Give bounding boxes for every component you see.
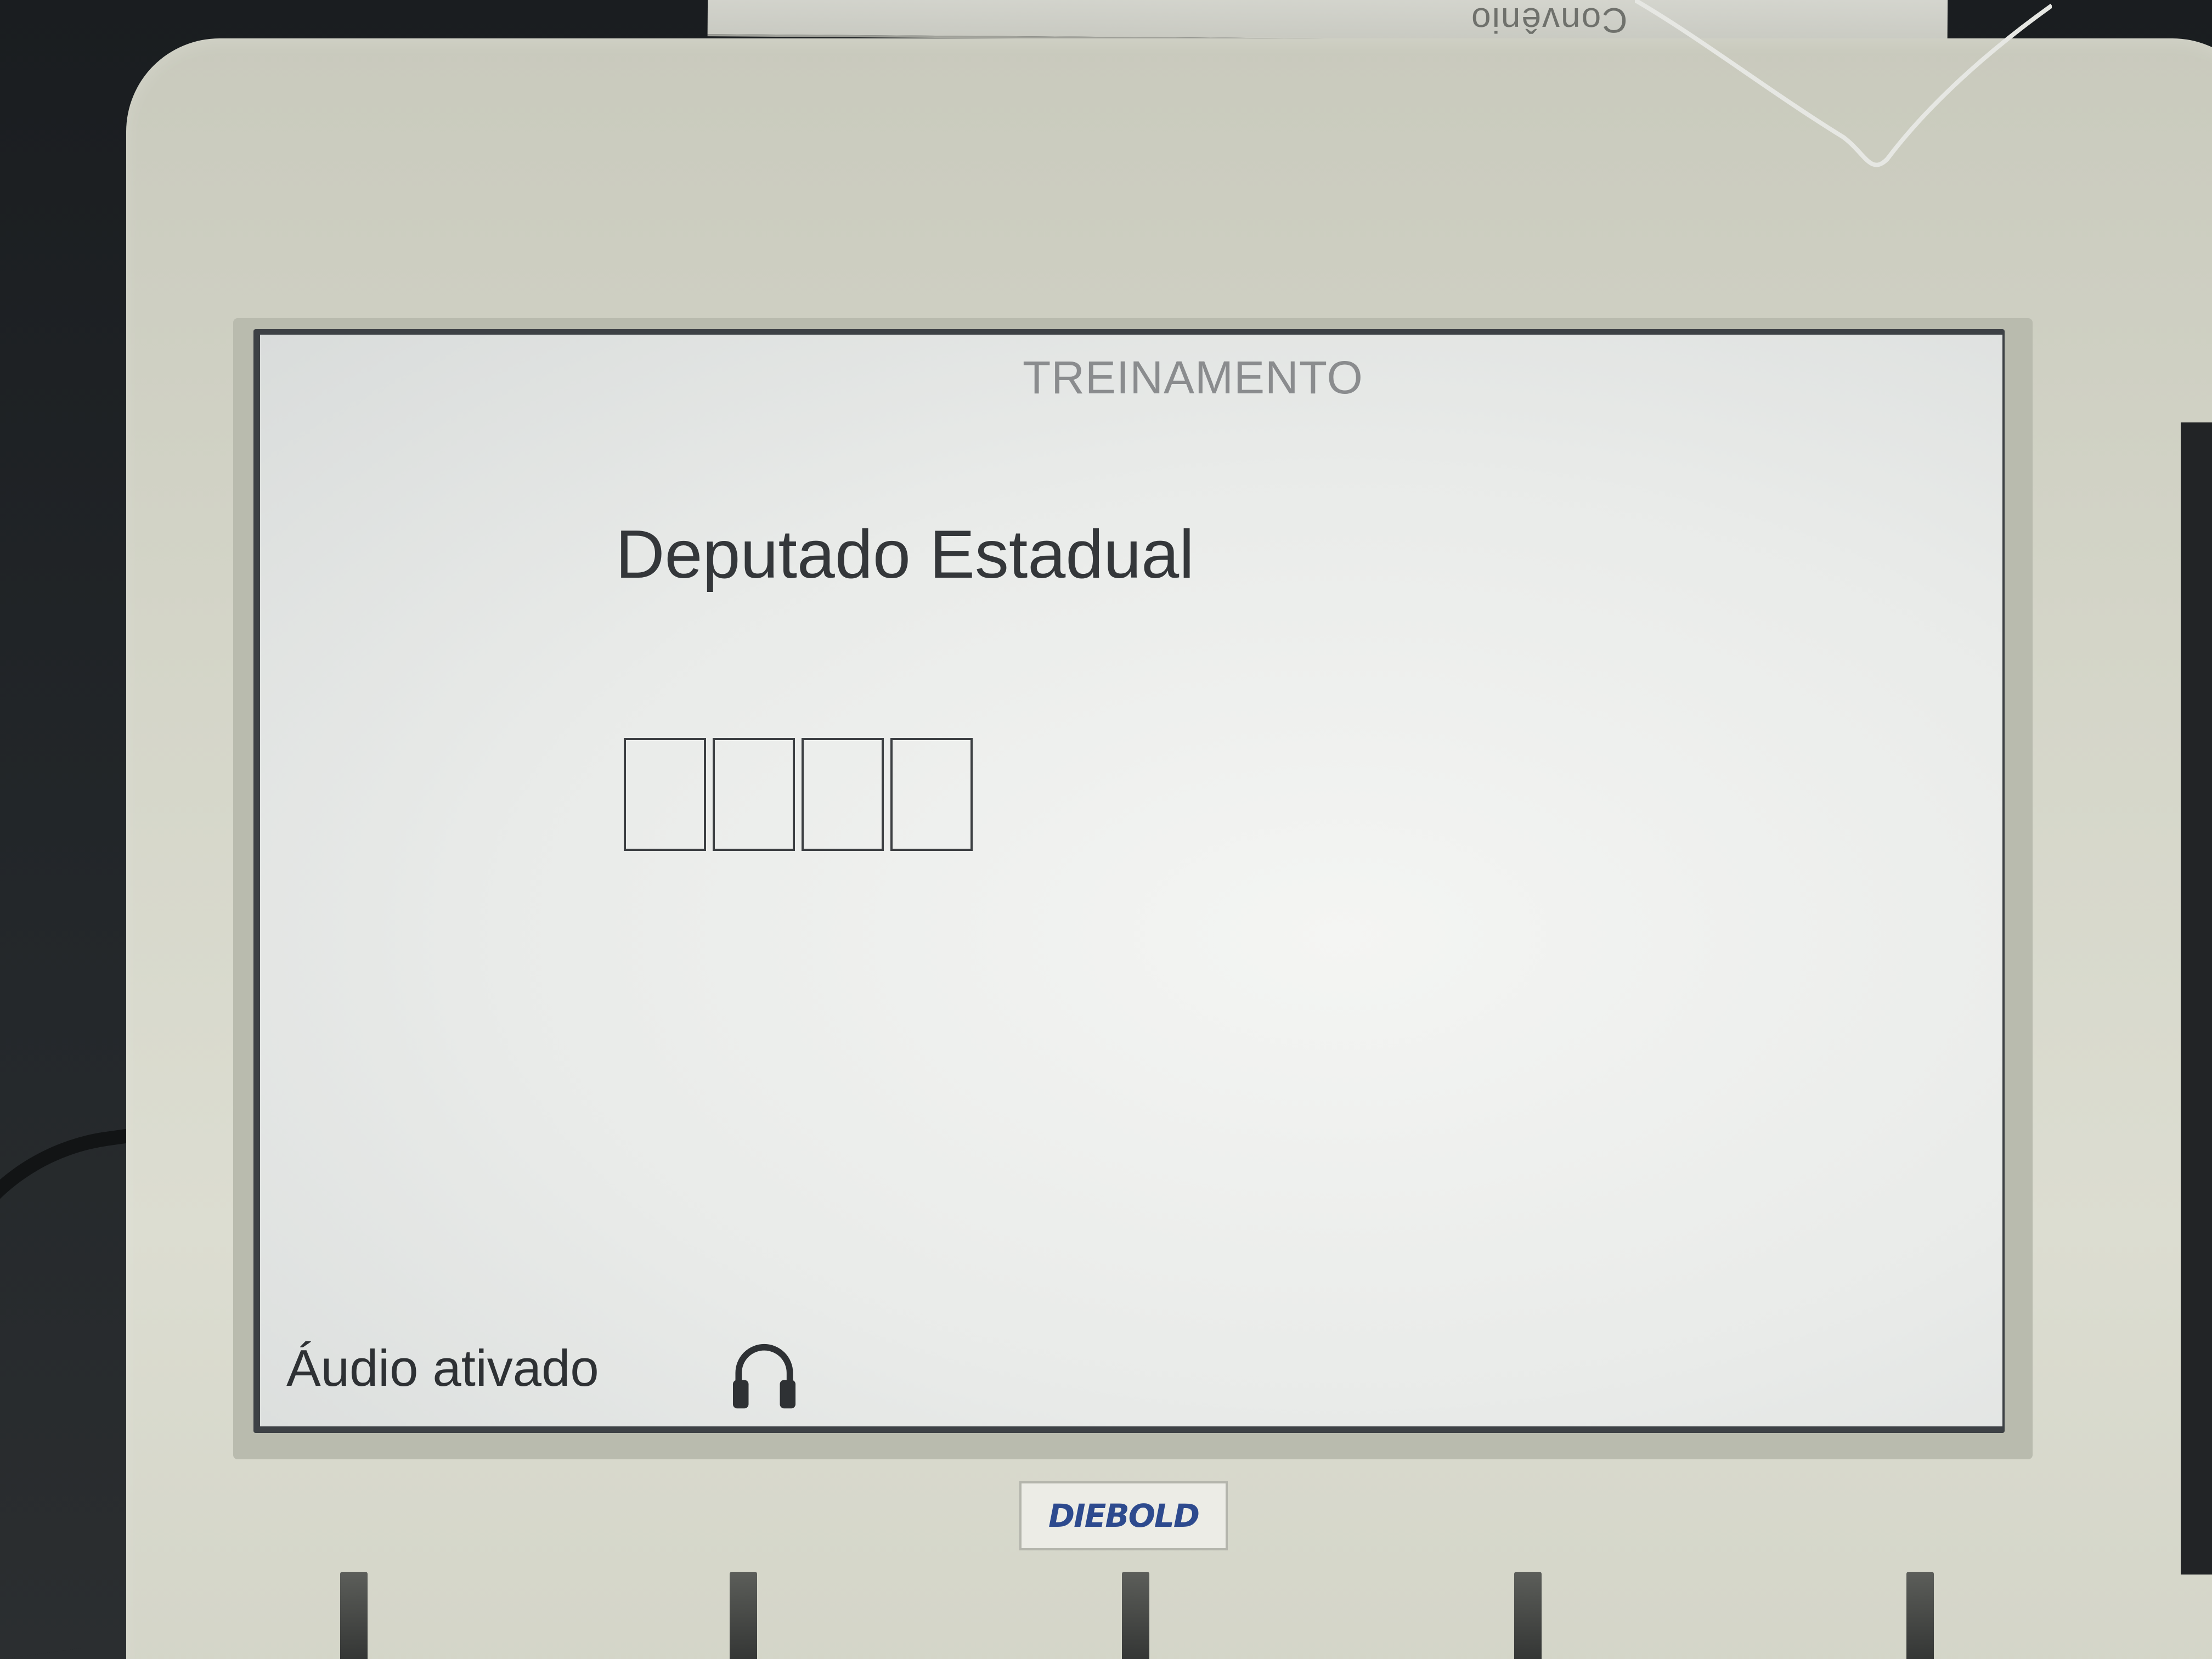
brand-plate: DIEBOLD bbox=[1019, 1481, 1228, 1550]
training-mode-label: TREINAMENTO bbox=[1023, 352, 1363, 403]
paper-wire bbox=[1635, 0, 2052, 167]
vent bbox=[1514, 1572, 1542, 1659]
vent bbox=[730, 1572, 757, 1659]
audio-status-text: Áudio ativado bbox=[286, 1339, 599, 1397]
digit-box-4[interactable] bbox=[890, 738, 973, 851]
headphone-icon bbox=[732, 1344, 796, 1409]
paper-label: Convênio bbox=[1470, 1, 1628, 40]
vent bbox=[1906, 1572, 1934, 1659]
office-title: Deputado Estadual bbox=[616, 517, 1194, 592]
digit-box-3[interactable] bbox=[802, 738, 884, 851]
vent bbox=[1122, 1572, 1149, 1659]
photo-scene: Convênio TREINAMENTO Deputado Estadual Á… bbox=[0, 0, 2212, 1659]
voting-screen: TREINAMENTO Deputado Estadual Áudio ativ… bbox=[260, 335, 2002, 1426]
candidate-number-fields bbox=[624, 738, 973, 851]
side-slot bbox=[2181, 422, 2212, 1575]
digit-box-2[interactable] bbox=[713, 738, 795, 851]
vent bbox=[340, 1572, 368, 1659]
brand-logo-text: DIEBOLD bbox=[1048, 1497, 1200, 1534]
digit-box-1[interactable] bbox=[624, 738, 706, 851]
